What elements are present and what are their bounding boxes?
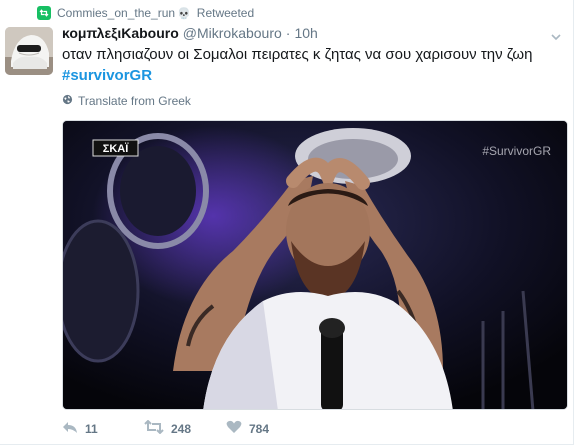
author-fullname[interactable]: κομπλεξιKabouro bbox=[62, 25, 179, 41]
skull-icon: 💀 bbox=[177, 7, 191, 20]
tweet-timestamp[interactable]: 10h bbox=[294, 25, 317, 41]
hashtag-link[interactable]: #survivorGR bbox=[62, 65, 562, 86]
tweet-text: οταν πλησιαζουν οι Σομαλοι πειρατες κ ζη… bbox=[62, 44, 562, 86]
globe-icon bbox=[62, 94, 73, 108]
translate-link[interactable]: Translate from Greek bbox=[62, 94, 191, 108]
media-watermark: #SurvivorGR bbox=[482, 144, 551, 158]
retweet-context: Commies_on_the_run 💀 Retweeted bbox=[37, 5, 254, 21]
retweet-icon bbox=[144, 419, 164, 437]
reply-button[interactable]: 11 bbox=[62, 420, 144, 437]
retweeted-label: Retweeted bbox=[196, 6, 255, 20]
reply-count: 11 bbox=[85, 421, 98, 436]
chevron-down-icon[interactable] bbox=[549, 30, 563, 44]
channel-logo: ΣΚΑΪ bbox=[103, 142, 129, 155]
avatar[interactable] bbox=[5, 27, 53, 75]
author-username[interactable]: @Mikrokabouro bbox=[183, 25, 282, 41]
like-count: 784 bbox=[249, 421, 270, 436]
heart-icon bbox=[226, 420, 242, 437]
separator-dot: · bbox=[285, 25, 291, 41]
tweet-body: οταν πλησιαζουν οι Σομαλοι πειρατες κ ζη… bbox=[62, 46, 533, 63]
retweeter-link[interactable]: Commies_on_the_run bbox=[57, 6, 175, 20]
retweet-count: 248 bbox=[171, 421, 192, 436]
tweet-media-image[interactable]: ΣΚΑΪ #SurvivorGR bbox=[62, 120, 568, 410]
translate-label: Translate from Greek bbox=[78, 94, 191, 108]
tweet-actions: 11 248 784 bbox=[62, 419, 308, 437]
retweet-badge-icon bbox=[37, 6, 51, 20]
tweet-header: κομπλεξιKabouro @Mikrokabouro · 10h bbox=[62, 25, 318, 41]
tweet[interactable]: Commies_on_the_run 💀 Retweeted κομπλεξιK… bbox=[0, 0, 574, 445]
reply-icon bbox=[62, 420, 78, 437]
retweet-button[interactable]: 248 bbox=[144, 419, 226, 437]
like-button[interactable]: 784 bbox=[226, 420, 308, 437]
